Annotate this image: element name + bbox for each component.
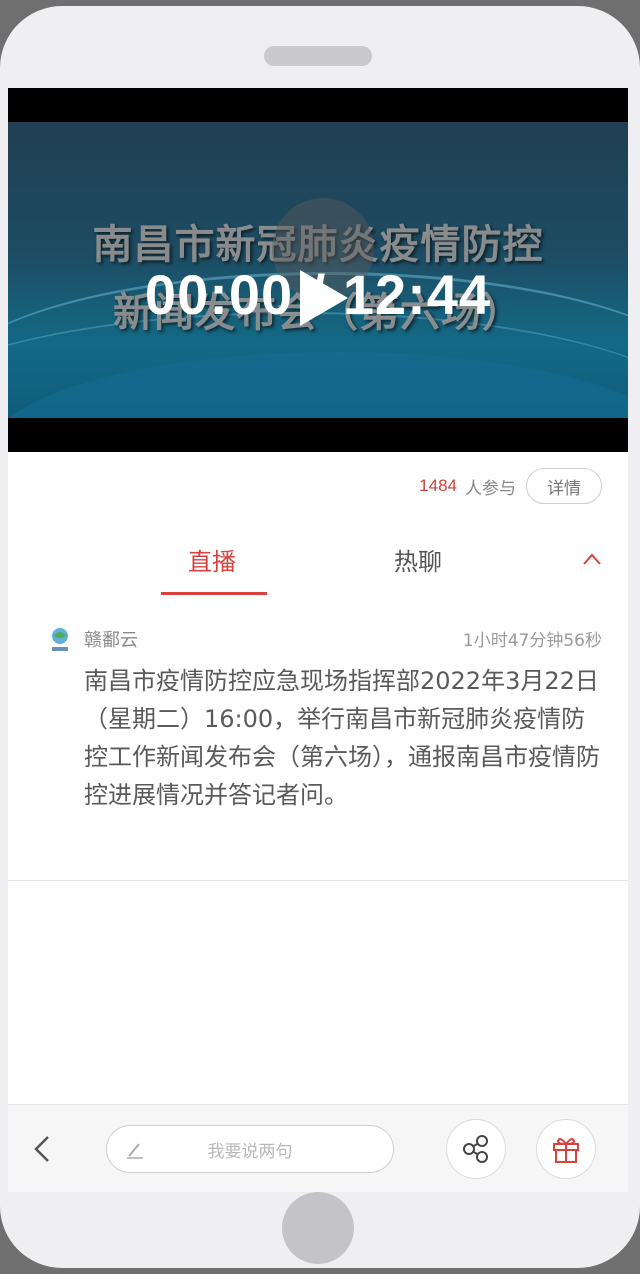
gift-button[interactable] bbox=[536, 1119, 596, 1179]
active-tab-indicator bbox=[161, 592, 267, 595]
share-button[interactable] bbox=[446, 1119, 506, 1179]
share-icon bbox=[463, 1135, 488, 1163]
back-icon[interactable] bbox=[28, 1131, 58, 1167]
phone-speaker bbox=[264, 46, 372, 66]
participant-count: 1484 bbox=[419, 476, 457, 495]
phone-frame: 南昌市新冠肺炎疫情防控 新闻发布会（第六场） 00:00 / 12:44 148… bbox=[0, 6, 640, 1268]
bottom-bar: 我要说两句 bbox=[8, 1104, 628, 1192]
tab-live[interactable]: 直播 bbox=[188, 542, 236, 577]
video-player[interactable]: 南昌市新冠肺炎疫情防控 新闻发布会（第六场） 00:00 / 12:44 bbox=[8, 88, 628, 452]
pencil-icon bbox=[127, 1143, 143, 1159]
chevron-up-icon[interactable] bbox=[582, 550, 602, 570]
divider bbox=[8, 880, 628, 881]
tab-bar: 直播 热聊 bbox=[8, 528, 628, 596]
comment-placeholder: 我要说两句 bbox=[207, 1141, 293, 1162]
post-author: 赣鄱云 bbox=[84, 630, 138, 651]
tab-hot-chat[interactable]: 热聊 bbox=[394, 542, 442, 577]
gift-icon bbox=[553, 1138, 579, 1163]
post-elapsed-time: 1小时47分钟56秒 bbox=[462, 631, 602, 651]
post-body: 南昌市疫情防控应急现场指挥部2022年3月22日（星期二）16:00，举行南昌市… bbox=[84, 667, 600, 809]
participant-count-label: 人参与 bbox=[465, 478, 516, 499]
video-frame: 南昌市新冠肺炎疫情防控 新闻发布会（第六场） 00:00 / 12:44 bbox=[8, 122, 628, 418]
app-logo-icon bbox=[52, 628, 68, 651]
home-button[interactable] bbox=[282, 1192, 354, 1264]
play-icon[interactable] bbox=[300, 270, 348, 326]
details-button[interactable]: 详情 bbox=[526, 468, 602, 504]
live-post: 赣鄱云 1小时47分钟56秒 南昌市疫情防控应急现场指挥部2022年3月22日（… bbox=[8, 610, 628, 880]
comment-input[interactable]: 我要说两句 bbox=[106, 1125, 394, 1173]
participants-row: 1484 人参与 详情 bbox=[419, 468, 602, 504]
app-screen: 南昌市新冠肺炎疫情防控 新闻发布会（第六场） 00:00 / 12:44 148… bbox=[8, 88, 628, 1192]
